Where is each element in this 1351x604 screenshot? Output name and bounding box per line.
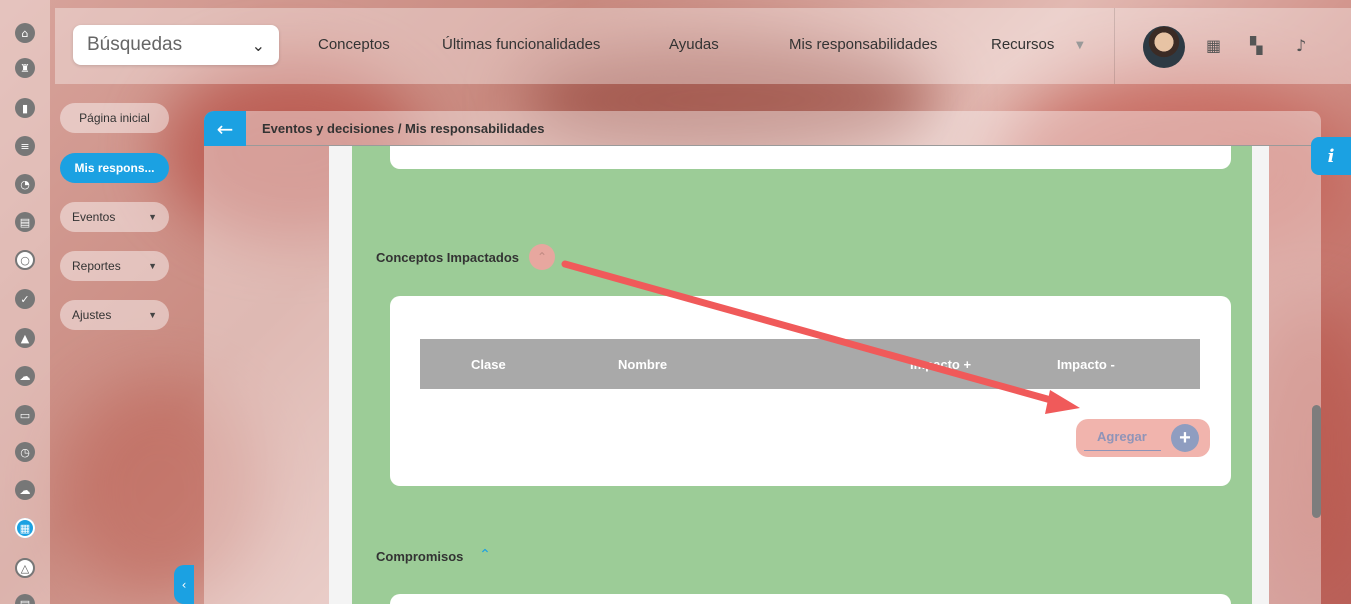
arrow-shaft [561,260,1062,406]
arrow-head [1045,390,1080,414]
annotation-arrow [561,260,1080,414]
